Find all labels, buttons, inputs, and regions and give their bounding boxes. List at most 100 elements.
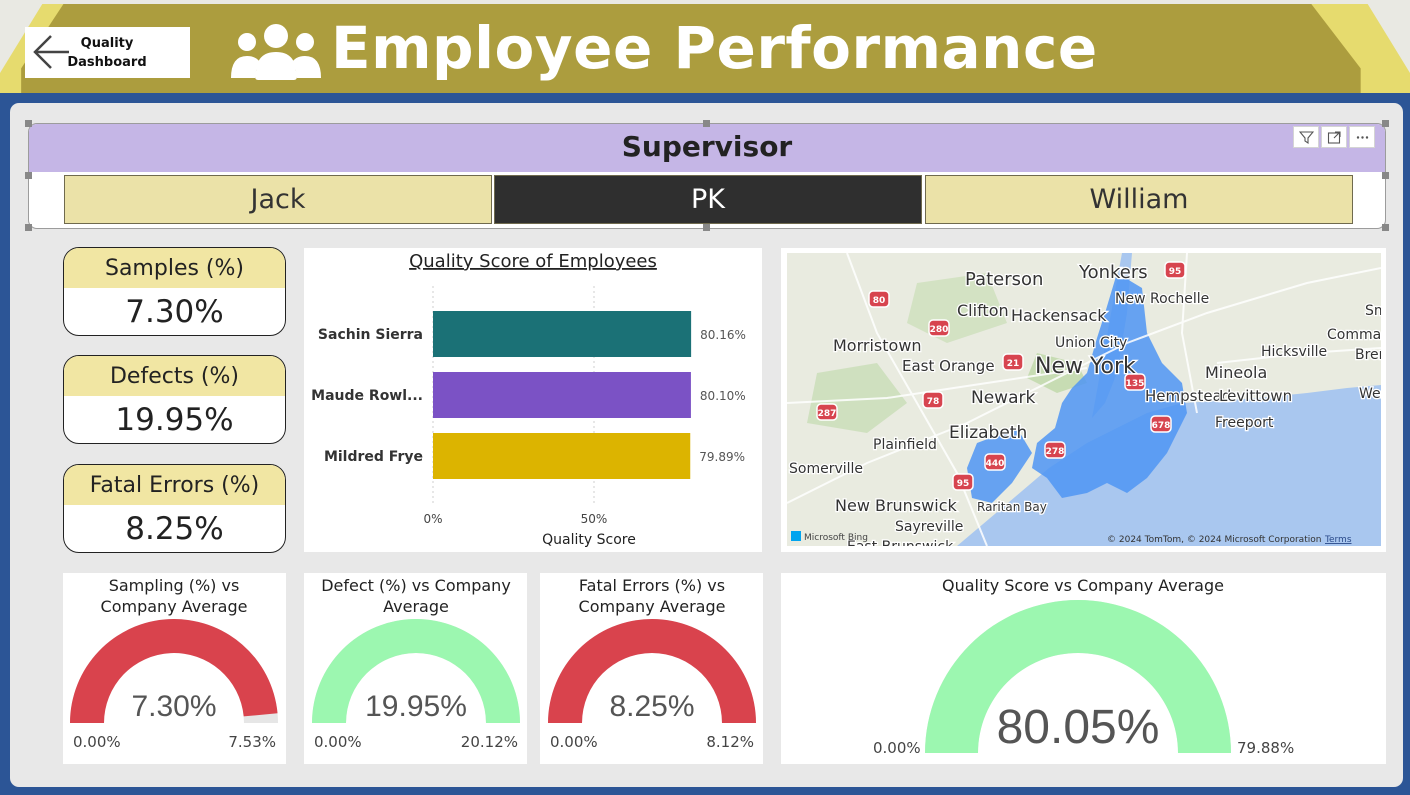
filter-icon <box>1298 130 1314 144</box>
map-place-label: Freeport <box>1215 415 1274 431</box>
gauge-max-label: 7.53% <box>228 733 276 751</box>
map-place-label: Elizabeth <box>949 423 1027 443</box>
map-place-label: Hicksville <box>1261 344 1327 360</box>
bar[interactable] <box>433 433 691 479</box>
visual-header-toolbar <box>1293 126 1375 148</box>
gauge-defect-vs-company[interactable]: Defect (%) vs Company Average 19.95% 0.0… <box>304 573 527 764</box>
gauge-title-line: Defect (%) vs Company <box>321 576 511 595</box>
slicer-header: Supervisor <box>29 124 1385 172</box>
filter-button[interactable] <box>1293 126 1319 148</box>
map-place-label: New Rochelle <box>1115 291 1209 307</box>
bar[interactable] <box>433 372 691 418</box>
resize-handle[interactable] <box>1382 172 1389 179</box>
gauge-title-line: Company Average <box>579 597 726 616</box>
gauge-min-label: 0.00% <box>873 739 921 757</box>
map-place-label: Clifton <box>957 301 1009 320</box>
map-place-label: Somerville <box>789 461 863 477</box>
gauge-quality-score-vs-company[interactable]: Quality Score vs Company Average 80.05% … <box>781 573 1386 764</box>
map-place-label: Sayreville <box>895 519 963 535</box>
map-place-label: New York <box>1035 354 1136 379</box>
gauge-title: Quality Score vs Company Average <box>942 576 1224 595</box>
slicer-title: Supervisor <box>621 130 793 163</box>
kpi-value: 19.95% <box>115 401 234 438</box>
highway-shield-number: 440 <box>986 459 1005 469</box>
gauge-max-label: 8.12% <box>706 733 754 751</box>
quality-score-bar-chart[interactable]: Quality Score of Employees 0% 50% Qualit… <box>304 248 762 552</box>
gauge-svg: Quality Score vs Company Average 80.05% … <box>873 576 1294 757</box>
map-place-label: Levittown <box>1219 387 1292 405</box>
people-group-icon <box>231 24 321 80</box>
kpi-value: 7.30% <box>125 293 224 330</box>
x-axis-title: Quality Score <box>542 532 636 548</box>
gauge-value: 7.30% <box>131 690 216 723</box>
gauge-min-label: 0.00% <box>550 733 598 751</box>
highway-shield-number: 280 <box>930 325 949 335</box>
x-tick-label: 0% <box>423 512 442 526</box>
map-terms-link[interactable]: Terms <box>1324 535 1352 545</box>
gauge-svg: Sampling (%) vs Company Average 7.30% 0.… <box>70 576 278 751</box>
map-place-label: Comma <box>1327 327 1381 343</box>
map-place-label: Raritan Bay <box>977 500 1047 514</box>
map-place-label: West <box>1359 386 1381 402</box>
map-place-label: Newark <box>971 388 1035 408</box>
gauge-value: 19.95% <box>365 690 467 723</box>
bar-chart-svg: Quality Score of Employees 0% 50% Qualit… <box>311 251 746 548</box>
gauge-min-label: 0.00% <box>73 733 121 751</box>
gauge-svg: Defect (%) vs Company Average 19.95% 0.0… <box>312 576 520 751</box>
map-place-label: Paterson <box>965 269 1043 290</box>
highway-shield-number: 21 <box>1007 359 1020 369</box>
highway-shield-number: 80 <box>873 296 886 306</box>
resize-handle[interactable] <box>1382 224 1389 231</box>
kpi-value: 8.25% <box>125 510 224 547</box>
map-place-label: Union City <box>1055 335 1127 351</box>
bar-data-label: 80.10% <box>700 389 746 403</box>
back-arrow-icon <box>33 35 69 69</box>
highway-shield-number: 135 <box>1126 379 1145 389</box>
bar-category-label: Sachin Sierra <box>318 327 423 343</box>
bing-label: Microsoft Bing <box>804 533 868 543</box>
gauge-title-line: Fatal Errors (%) vs <box>579 576 725 595</box>
resize-handle[interactable] <box>703 120 710 127</box>
map-place-label: Brent <box>1355 347 1381 363</box>
highway-shield-number: 287 <box>818 409 837 419</box>
resize-handle[interactable] <box>25 172 32 179</box>
slicer-option-pk[interactable]: PK <box>494 175 922 224</box>
page-title: Employee Performance <box>331 14 1098 82</box>
gauge-max-label: 20.12% <box>461 733 518 751</box>
kpi-card-samples: Samples (%) 7.30% <box>63 247 286 336</box>
map-place-label: East Orange <box>902 357 995 375</box>
focus-mode-button[interactable] <box>1321 126 1347 148</box>
highway-shield-number: 678 <box>1152 421 1171 431</box>
gauge-value: 8.25% <box>609 690 694 723</box>
gauge-sampling-vs-company[interactable]: Sampling (%) vs Company Average 7.30% 0.… <box>63 573 286 764</box>
back-to-quality-dashboard-button[interactable]: Quality Dashboard <box>25 27 190 78</box>
map-place-label: Smi <box>1365 303 1381 319</box>
bar[interactable] <box>433 311 692 357</box>
highway-shield-number: 78 <box>927 397 940 407</box>
resize-handle[interactable] <box>703 224 710 231</box>
kpi-label: Samples (%) <box>64 248 285 288</box>
map-place-label: Hackensack <box>1011 306 1107 325</box>
map-place-label: Yonkers <box>1078 262 1148 283</box>
kpi-card-fatal-errors: Fatal Errors (%) 8.25% <box>63 464 286 553</box>
more-options-button[interactable] <box>1349 126 1375 148</box>
employee-location-map[interactable]: Paterson Yonkers New Rochelle Clifton Hacken… <box>781 248 1386 552</box>
resize-handle[interactable] <box>25 120 32 127</box>
map-attribution: © 2024 TomTom, © 2024 Microsoft Corporat… <box>1107 535 1321 545</box>
more-options-icon <box>1356 135 1368 139</box>
map-place-label: Morristown <box>833 336 922 355</box>
report-header: Quality Dashboard Employee Performance <box>0 0 1410 100</box>
map-canvas: Paterson Yonkers New Rochelle Clifton Hacken… <box>787 253 1381 546</box>
bar-category-label: Maude Rowl... <box>311 388 423 404</box>
gauge-fatal-errors-vs-company[interactable]: Fatal Errors (%) vs Company Average 8.25… <box>540 573 763 764</box>
gauge-title-line: Average <box>383 597 449 616</box>
resize-handle[interactable] <box>25 224 32 231</box>
slicer-option-jack[interactable]: Jack <box>64 175 492 224</box>
kpi-card-defects: Defects (%) 19.95% <box>63 355 286 444</box>
gauge-max-label: 79.88% <box>1237 739 1294 757</box>
expand-icon <box>1327 130 1341 144</box>
gauge-min-label: 0.00% <box>314 733 362 751</box>
bing-logo <box>791 531 801 541</box>
resize-handle[interactable] <box>1382 120 1389 127</box>
slicer-option-william[interactable]: William <box>925 175 1353 224</box>
